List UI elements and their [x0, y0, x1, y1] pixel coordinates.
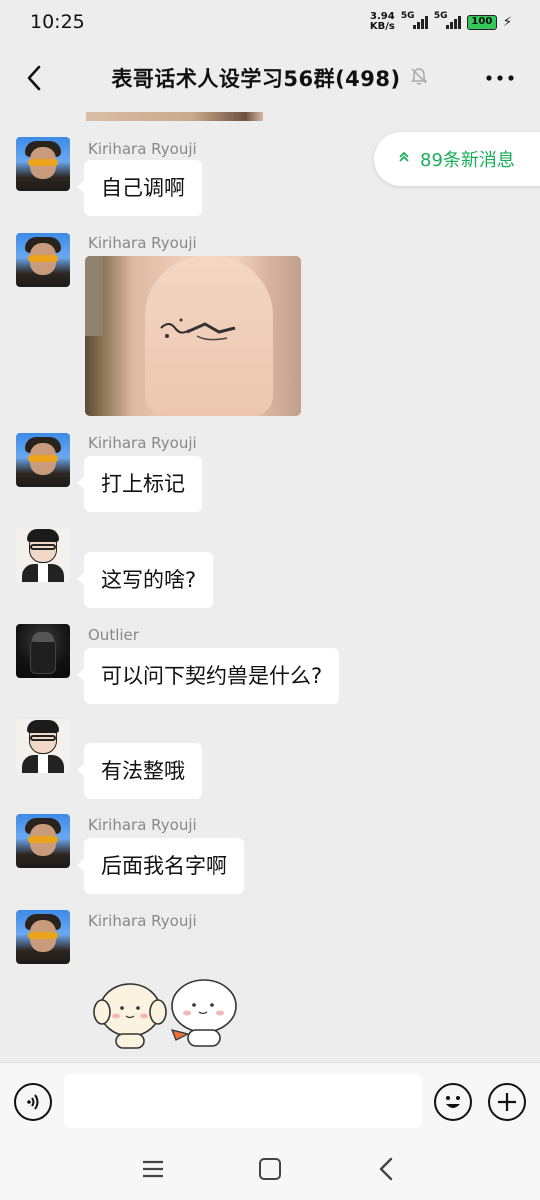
kirihara-avatar[interactable]	[16, 433, 70, 487]
home-icon[interactable]	[259, 1158, 281, 1180]
back-arrow-icon[interactable]	[14, 58, 54, 98]
sender-name: Kirihara Ryouji	[88, 140, 197, 158]
kirihara-avatar[interactable]	[16, 814, 70, 868]
previous-image-fragment[interactable]	[86, 112, 263, 121]
emoji-icon[interactable]	[434, 1083, 472, 1121]
kirihara-avatar[interactable]	[16, 910, 70, 964]
voice-icon[interactable]	[14, 1083, 52, 1121]
message-bubble[interactable]: 后面我名字啊	[77, 838, 244, 894]
cartoon-avatar[interactable]	[16, 719, 70, 773]
double-chevron-up-icon	[398, 151, 410, 167]
system-nav-bar	[0, 1140, 540, 1200]
message-input[interactable]	[64, 1074, 422, 1128]
network-speed-unit: KB/s	[369, 21, 395, 32]
plus-icon[interactable]	[488, 1083, 526, 1121]
cartoon-avatar[interactable]	[16, 528, 70, 582]
new-messages-label: 89条新消息	[420, 150, 515, 171]
battery-icon: 100	[466, 14, 497, 30]
kirihara-avatar[interactable]	[16, 233, 70, 287]
sender-name: Kirihara Ryouji	[88, 912, 197, 930]
tattoo-drawing	[160, 318, 236, 341]
sender-name: Kirihara Ryouji	[88, 234, 197, 252]
charging-icon: ⚡	[502, 14, 512, 30]
more-dots-icon[interactable]	[480, 58, 520, 98]
sim2-label: 5G	[433, 11, 448, 21]
bell-muted-icon	[409, 66, 429, 90]
chat-message-list[interactable]: Kirihara Ryouji 自己调啊 Kirihara Ryouji Kir…	[0, 112, 540, 1062]
message-bubble[interactable]: 打上标记	[77, 456, 202, 512]
input-bar	[0, 1062, 540, 1140]
status-time: 10:25	[30, 11, 85, 33]
image-message[interactable]	[85, 256, 301, 416]
back-icon[interactable]	[376, 1156, 398, 1182]
dog-sticker[interactable]	[92, 978, 244, 1052]
chat-header: 表哥话术人设学习56群(498)	[0, 44, 540, 112]
sender-name: Kirihara Ryouji	[88, 816, 197, 834]
message-bubble[interactable]: 有法整哦	[77, 743, 202, 799]
sender-name: Outlier	[88, 626, 139, 644]
network-speed: 3.94 KB/s	[370, 12, 395, 32]
message-bubble[interactable]: 可以问下契约兽是什么?	[76, 648, 340, 704]
sender-name: Kirihara Ryouji	[88, 434, 197, 452]
message-bubble[interactable]: 这写的啥?	[76, 552, 214, 608]
message-bubble[interactable]: 自己调啊	[77, 160, 202, 216]
battery-level: 100	[471, 15, 493, 27]
sim1-label: 5G	[400, 11, 415, 21]
kirihara-avatar[interactable]	[16, 137, 70, 191]
chat-title[interactable]: 表哥话术人设学习56群(498)	[111, 63, 400, 93]
status-indicators: 3.94 KB/s 5G 5G 100 ⚡	[370, 11, 512, 32]
signal-icon: 5G	[401, 11, 428, 29]
status-bar: 10:25 3.94 KB/s 5G 5G 100 ⚡	[0, 0, 540, 44]
menu-icon[interactable]	[140, 1158, 166, 1180]
signal-icon-2: 5G	[434, 11, 461, 29]
outlier-avatar[interactable]	[16, 624, 70, 678]
new-messages-pill[interactable]: 89条新消息	[374, 132, 540, 186]
